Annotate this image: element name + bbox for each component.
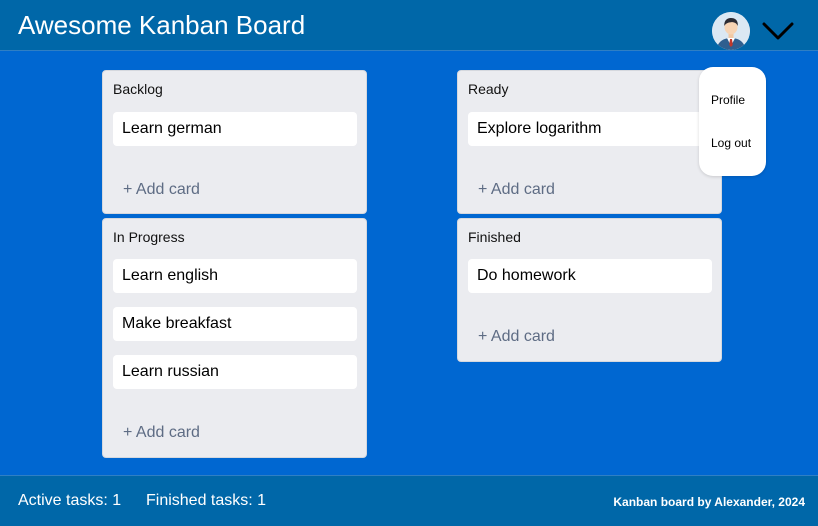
task-card[interactable]: Learn german xyxy=(113,112,357,146)
user-avatar-icon[interactable] xyxy=(712,12,750,50)
chevron-down-icon[interactable] xyxy=(760,16,796,46)
active-tasks-count: Active tasks: 1 xyxy=(18,492,122,509)
app-title: Awesome Kanban Board xyxy=(18,10,306,40)
task-card[interactable]: Do homework xyxy=(468,259,712,293)
task-card[interactable]: Make breakfast xyxy=(113,307,357,341)
task-card[interactable]: Learn english xyxy=(113,259,357,293)
finished-tasks-count: Finished tasks: 1 xyxy=(146,492,267,509)
kanban-board: Backlog Learn german + Add card Ready Ex… xyxy=(0,52,818,475)
add-card-button[interactable]: + Add card xyxy=(478,327,555,347)
add-card-button[interactable]: + Add card xyxy=(478,180,555,200)
app-header: Awesome Kanban Board xyxy=(0,0,818,51)
footer-credit: Kanban board by Alexander, 2024 xyxy=(613,495,805,509)
column-title: In Progress xyxy=(113,229,185,245)
task-card[interactable]: Learn russian xyxy=(113,355,357,389)
app-footer: Active tasks: 1 Finished tasks: 1 Kanban… xyxy=(0,475,818,526)
logout-menu-item[interactable]: Log out xyxy=(711,136,751,150)
column-finished: Finished Do homework + Add card xyxy=(457,218,722,362)
column-backlog: Backlog Learn german + Add card xyxy=(102,70,367,214)
column-title: Finished xyxy=(468,229,521,245)
column-title: Backlog xyxy=(113,81,163,97)
profile-menu-item[interactable]: Profile xyxy=(711,93,745,107)
task-card[interactable]: Explore logarithm xyxy=(468,112,712,146)
column-title: Ready xyxy=(468,81,509,97)
user-menu-dropdown: Profile Log out xyxy=(699,67,766,176)
add-card-button[interactable]: + Add card xyxy=(123,423,200,443)
add-card-button[interactable]: + Add card xyxy=(123,180,200,200)
column-in-progress: In Progress Learn english Make breakfast… xyxy=(102,218,367,458)
column-ready: Ready Explore logarithm + Add card xyxy=(457,70,722,214)
